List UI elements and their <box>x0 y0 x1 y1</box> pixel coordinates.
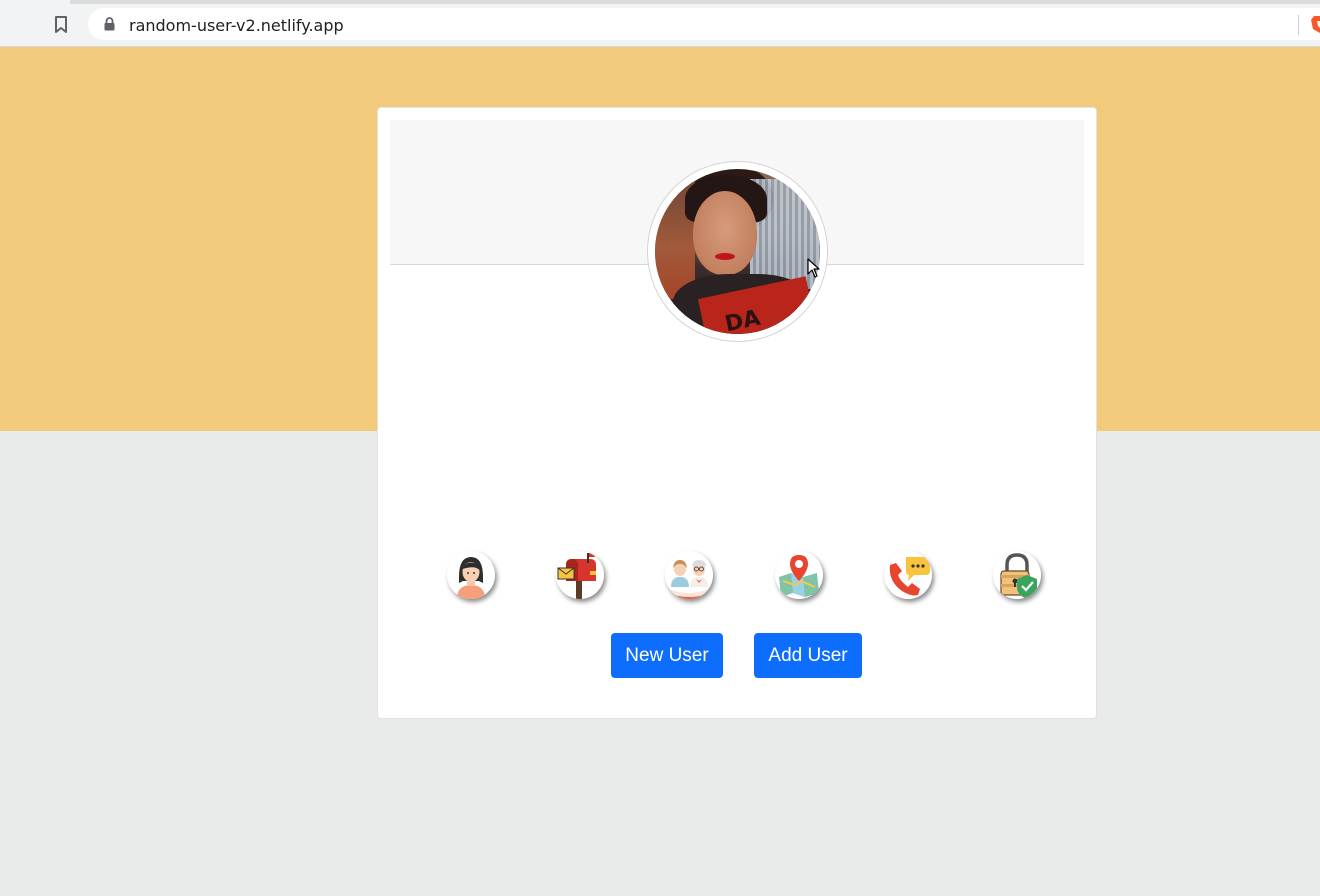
info-icon-row <box>447 551 1043 601</box>
browser-toolbar: random-user-v2.netlify.app <box>0 0 1320 47</box>
user-photo: DA <box>655 169 820 334</box>
brave-lion-icon[interactable] <box>1310 14 1320 34</box>
person-icon[interactable] <box>447 551 495 599</box>
user-card: DA <box>377 107 1097 719</box>
address-bar[interactable]: random-user-v2.netlify.app <box>88 8 1320 40</box>
map-icon[interactable] <box>775 551 823 599</box>
mouse-cursor-icon <box>807 258 821 278</box>
couple-icon[interactable] <box>665 551 713 599</box>
new-user-button[interactable]: New User <box>611 633 723 678</box>
add-user-button[interactable]: Add User <box>754 633 862 678</box>
lock-icon[interactable] <box>103 17 116 31</box>
url-text[interactable]: random-user-v2.netlify.app <box>129 16 344 35</box>
mailbox-icon[interactable] <box>556 551 604 599</box>
divider <box>1298 15 1299 35</box>
lock-icon[interactable] <box>993 551 1041 599</box>
tab-strip <box>70 0 1320 4</box>
bookmark-icon[interactable] <box>50 13 72 35</box>
phone-icon[interactable] <box>884 551 932 599</box>
avatar: DA <box>647 161 828 342</box>
